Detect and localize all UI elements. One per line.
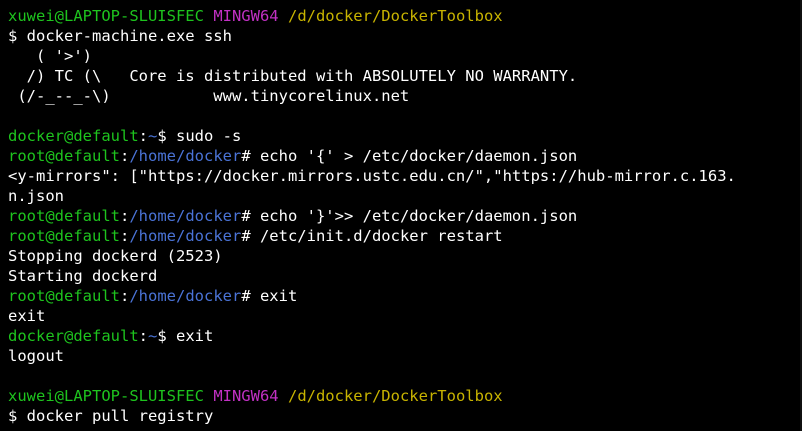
terminal-text-segment: <y-mirrors": ["https://docker.mirrors.us… [8,167,736,185]
terminal-line: ( '>') [8,46,802,66]
terminal-text-segment: $ exit [157,327,214,345]
terminal-text-segment: MINGW64 [213,387,279,405]
terminal-text-segment: ~ [148,327,158,345]
terminal-line: /) TC (\ Core is distributed with ABSOLU… [8,66,802,86]
terminal-text-segment: # echo '}'>> /etc/docker/daemon.json [241,207,578,225]
terminal-line: root@default:/home/docker# /etc/init.d/d… [8,226,802,246]
terminal-text-segment: xuwei@LAPTOP-SLUISFEC [8,387,204,405]
terminal-line: (/-_--_-\) www.tinycorelinux.net [8,86,802,106]
terminal-line: root@default:/home/docker# exit [8,286,802,306]
terminal-text-segment: : [119,287,130,305]
terminal-text-segment: docker@default [8,327,139,345]
terminal-text-segment: root@default [8,147,120,165]
terminal-text-segment: # echo '{' > /etc/docker/daemon.json [241,147,578,165]
terminal-text-segment: # exit [241,287,298,305]
terminal-line: exit [8,306,802,326]
terminal-text-segment: : [119,147,130,165]
terminal-line: root@default:/home/docker# echo '}'>> /e… [8,206,802,226]
terminal-line: docker@default:~$ sudo -s [8,126,802,146]
terminal-text-segment: /home/docker [129,287,242,305]
terminal-text-segment: /) TC (\ Core is distributed with ABSOLU… [8,67,578,85]
terminal-text-segment: $ docker pull registry [8,407,214,425]
terminal-line: Starting dockerd [8,266,802,286]
terminal-text-segment: MINGW64 [213,7,279,25]
terminal-window[interactable]: xuwei@LAPTOP-SLUISFEC MINGW64 /d/docker/… [0,0,802,431]
terminal-text-segment: : [119,227,130,245]
terminal-line: n.json [8,186,802,206]
terminal-text-segment: docker@default [8,127,139,145]
terminal-output: xuwei@LAPTOP-SLUISFEC MINGW64 /d/docker/… [8,6,802,426]
terminal-text-segment: logout [8,347,64,365]
terminal-line: logout [8,346,802,366]
terminal-text-segment: n.json [8,187,64,205]
terminal-text-segment: Starting dockerd [8,267,158,285]
terminal-text-segment: root@default [8,287,120,305]
terminal-line: docker@default:~$ exit [8,326,802,346]
terminal-text-segment: ~ [148,127,158,145]
terminal-text-segment: root@default [8,207,120,225]
terminal-line: xuwei@LAPTOP-SLUISFEC MINGW64 /d/docker/… [8,6,802,26]
terminal-text-segment: /home/docker [129,147,242,165]
terminal-text-segment: # /etc/init.d/docker restart [241,227,503,245]
terminal-text-segment: /d/docker/DockerToolbox [287,387,503,405]
terminal-text-segment: /home/docker [129,207,242,225]
terminal-line: Stopping dockerd (2523) [8,246,802,266]
terminal-text-segment: : [138,127,148,145]
terminal-text-segment: : [119,207,130,225]
terminal-text-segment: Stopping dockerd (2523) [8,247,223,265]
terminal-text-segment: $ sudo -s [157,127,242,145]
terminal-text-segment: exit [8,307,46,325]
terminal-text-segment: /d/docker/DockerToolbox [287,7,503,25]
terminal-text-segment: ( '>') [8,47,92,65]
terminal-line: $ docker-machine.exe ssh [8,26,802,46]
terminal-line: $ docker pull registry [8,406,802,426]
terminal-text-segment: : [138,327,148,345]
terminal-line: root@default:/home/docker# echo '{' > /e… [8,146,802,166]
terminal-text-segment: /home/docker [129,227,242,245]
terminal-line: <y-mirrors": ["https://docker.mirrors.us… [8,166,802,186]
terminal-text-segment: root@default [8,227,120,245]
terminal-text-segment: $ docker-machine.exe ssh [8,27,232,45]
terminal-text-segment: xuwei@LAPTOP-SLUISFEC [8,7,204,25]
terminal-text-segment: (/-_--_-\) www.tinycorelinux.net [8,87,410,105]
terminal-line: xuwei@LAPTOP-SLUISFEC MINGW64 /d/docker/… [8,386,802,406]
